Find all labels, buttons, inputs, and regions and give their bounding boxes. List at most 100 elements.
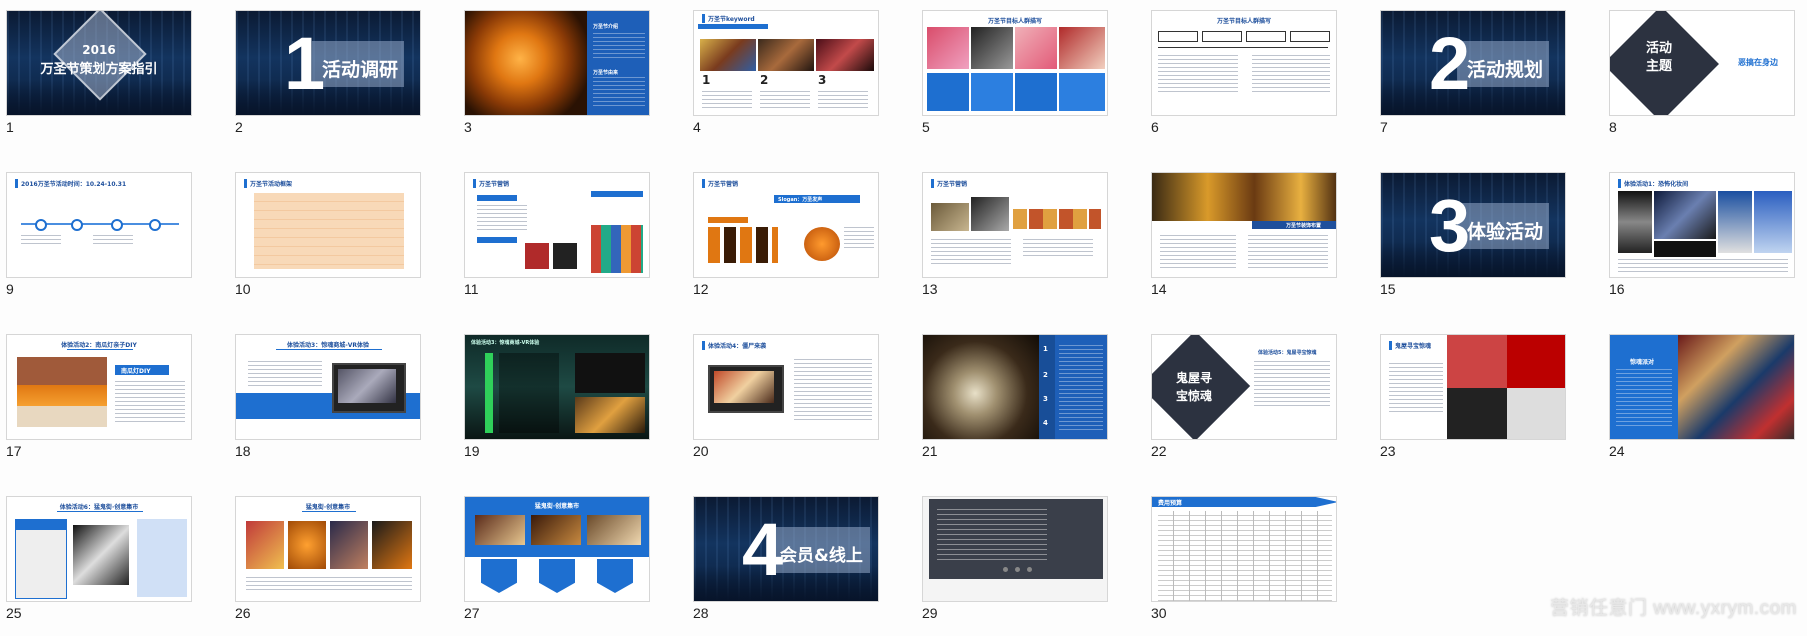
slide-preview[interactable]: 体验活动3：惊魂商城-VR体验 xyxy=(235,334,421,440)
slide-title: 猛鬼街·创意集市 xyxy=(305,504,351,511)
body-text xyxy=(1023,239,1093,259)
slide-thumbnail-17[interactable]: 体验活动2：南瓜灯亲子DIY 南瓜灯DIY 17 xyxy=(0,324,194,474)
makeup-photo xyxy=(1754,191,1792,253)
decoration-label: 万圣节装饰布置 xyxy=(1286,223,1322,229)
slide-preview[interactable]: 费用预算 xyxy=(1151,496,1337,602)
slide-preview[interactable]: 万圣节营销 Slogan：万圣发声 xyxy=(693,172,879,278)
keyword-text xyxy=(760,91,810,111)
slide-preview[interactable]: 体验活动2：南瓜灯亲子DIY 南瓜灯DIY xyxy=(6,334,192,440)
slide-preview[interactable]: 万圣节keyword 1 2 3 xyxy=(693,10,879,116)
slide-preview[interactable]: 万圣节目标人群描写 xyxy=(1151,10,1337,116)
slide-thumbnail-7[interactable]: 2 活动规划 7 xyxy=(1374,0,1568,150)
slide-thumbnail-6[interactable]: 万圣节目标人群描写 6 xyxy=(1145,0,1339,150)
slide-preview[interactable]: 万圣节营销 xyxy=(464,172,650,278)
slide-header: 费用预算 xyxy=(1158,500,1183,507)
slide-preview[interactable] xyxy=(922,496,1108,602)
slide-preview[interactable]: 万圣节目标人群描写 xyxy=(922,10,1108,116)
slide-thumbnail-9[interactable]: 2016万圣节活动时间：10.24-10.31 9 xyxy=(0,162,194,312)
slide-thumbnail-20[interactable]: 体验活动4：僵尸来袭 20 xyxy=(687,324,881,474)
body-text xyxy=(477,205,527,231)
makeup-photo xyxy=(1654,191,1716,239)
slide-number: 13 xyxy=(922,281,938,297)
slide-thumbnail-25[interactable]: 体验活动6：猛鬼街·创意集市 25 xyxy=(0,486,194,636)
slide-thumbnail-13[interactable]: 万圣节营销 13 xyxy=(916,162,1110,312)
intro-text xyxy=(593,33,645,61)
slide-thumbnail-4[interactable]: 万圣节keyword 1 2 3 4 xyxy=(687,0,881,150)
slide-preview[interactable]: 体验活动6：猛鬼街·创意集市 xyxy=(6,496,192,602)
keyword-1: 1 xyxy=(702,73,711,87)
slide-preview[interactable]: 活动 主题 恶搞在身边 xyxy=(1609,10,1795,116)
header-bar xyxy=(698,24,768,29)
vr-photo xyxy=(575,397,645,433)
slide-thumbnail-22[interactable]: 鬼屋寻 宝惊魂 体验活动5：鬼屋寻宝惊魂 22 xyxy=(1145,324,1339,474)
slide-preview[interactable]: 体验活动4：僵尸来袭 xyxy=(693,334,879,440)
market-photo xyxy=(587,515,641,545)
slide-thumbnail-14[interactable]: 万圣节装饰布置 14 xyxy=(1145,162,1339,312)
persona-text xyxy=(1158,55,1238,95)
party-text xyxy=(1616,369,1672,429)
slide-preview[interactable]: 3 体验活动 xyxy=(1380,172,1566,278)
slide-preview[interactable]: 万圣节活动框架 xyxy=(235,172,421,278)
slide-thumbnail-10[interactable]: 万圣节活动框架 10 xyxy=(229,162,423,312)
step-text xyxy=(1059,345,1103,431)
slide-thumbnail-30[interactable]: 费用预算 30 xyxy=(1145,486,1339,636)
slide-thumbnail-27[interactable]: 猛鬼街·创意集市 27 xyxy=(458,486,652,636)
section-number: 1 xyxy=(284,22,326,105)
green-light xyxy=(485,353,493,433)
slide-number: 15 xyxy=(1380,281,1396,297)
slide-thumbnail-8[interactable]: 活动 主题 恶搞在身边 8 xyxy=(1603,0,1797,150)
slide-preview[interactable]: 2016 万圣节策划方案指引 xyxy=(6,10,192,116)
persona-card xyxy=(927,73,969,111)
slide-thumbnail-12[interactable]: 万圣节营销 Slogan：万圣发声 12 xyxy=(687,162,881,312)
section-title: 活动调研 xyxy=(322,59,399,81)
slide-thumbnail-16[interactable]: 体验活动1：恐怖化妆间 16 xyxy=(1603,162,1797,312)
slide-thumbnail-1[interactable]: 2016 万圣节策划方案指引 1 xyxy=(0,0,194,150)
zombie-photo xyxy=(714,371,774,403)
slide-preview[interactable]: 1 活动调研 xyxy=(235,10,421,116)
slide-preview[interactable]: 体验活动1：恐怖化妆间 xyxy=(1609,172,1795,278)
slide-thumbnail-18[interactable]: 体验活动3：惊魂商城-VR体验 18 xyxy=(229,324,423,474)
slide-preview[interactable]: 4 会员&线上 xyxy=(693,496,879,602)
theme-title-a: 鬼屋寻 xyxy=(1176,371,1213,385)
slide-thumbnail-11[interactable]: 万圣节营销 11 xyxy=(458,162,652,312)
activity-label: 体验活动5：鬼屋寻宝惊魂 xyxy=(1258,350,1317,356)
slide-thumbnail-29[interactable]: 29 xyxy=(916,486,1110,636)
timeline-node xyxy=(71,219,83,231)
slide-preview[interactable]: 鬼屋寻 宝惊魂 体验活动5：鬼屋寻宝惊魂 xyxy=(1151,334,1337,440)
theme-text: 恶搞在身边 xyxy=(1738,58,1778,67)
slide-thumbnail-26[interactable]: 猛鬼街·创意集市 26 xyxy=(229,486,423,636)
slide-thumbnail-5[interactable]: 万圣节目标人群描写 5 xyxy=(916,0,1110,150)
slide-preview[interactable]: 惊魂派对 xyxy=(1609,334,1795,440)
slide-preview[interactable]: 万圣节营销 xyxy=(922,172,1108,278)
slide-thumbnail-15[interactable]: 3 体验活动 15 xyxy=(1374,162,1568,312)
label-bar xyxy=(477,195,517,201)
slide-preview[interactable]: 1 2 3 4 xyxy=(922,334,1108,440)
slide-number: 17 xyxy=(6,443,22,459)
diy-tag: 南瓜灯DIY xyxy=(121,368,151,375)
slide-number: 27 xyxy=(464,605,480,621)
slide-number: 4 xyxy=(693,119,701,135)
slide-preview[interactable]: 2 活动规划 xyxy=(1380,10,1566,116)
keyword-2: 2 xyxy=(760,73,769,87)
slide-preview[interactable]: 2016万圣节活动时间：10.24-10.31 xyxy=(6,172,192,278)
slide-thumbnail-28[interactable]: 4 会员&线上 28 xyxy=(687,486,881,636)
slide-thumbnail-19[interactable]: 体验活动3：惊魂商城-VR体验 19 xyxy=(458,324,652,474)
feature-shield xyxy=(481,559,517,593)
slide-thumbnail-23[interactable]: 鬼屋寻宝惊魂 23 xyxy=(1374,324,1568,474)
slide-thumbnail-3[interactable]: 万圣节介绍 万圣节由来 3 xyxy=(458,0,652,150)
slide-preview[interactable]: 猛鬼街·创意集市 xyxy=(464,496,650,602)
food-row xyxy=(1013,209,1101,229)
slide-preview[interactable]: 鬼屋寻宝惊魂 xyxy=(1380,334,1566,440)
campaign-photo xyxy=(971,197,1009,231)
timeline-node xyxy=(111,219,123,231)
slide-thumbnail-21[interactable]: 1 2 3 4 21 xyxy=(916,324,1110,474)
slide-preview[interactable]: 猛鬼街·创意集市 xyxy=(235,496,421,602)
slide-preview[interactable]: 体验活动3：惊魂商城-VR体验 xyxy=(464,334,650,440)
step-4: 4 xyxy=(1043,419,1048,427)
slide-thumbnail-24[interactable]: 惊魂派对 24 xyxy=(1603,324,1797,474)
slide-preview[interactable]: 万圣节介绍 万圣节由来 xyxy=(464,10,650,116)
slide-preview[interactable]: 万圣节装饰布置 xyxy=(1151,172,1337,278)
body-text xyxy=(844,227,874,251)
product-photo xyxy=(553,243,577,269)
slide-thumbnail-2[interactable]: 1 活动调研 2 xyxy=(229,0,423,150)
